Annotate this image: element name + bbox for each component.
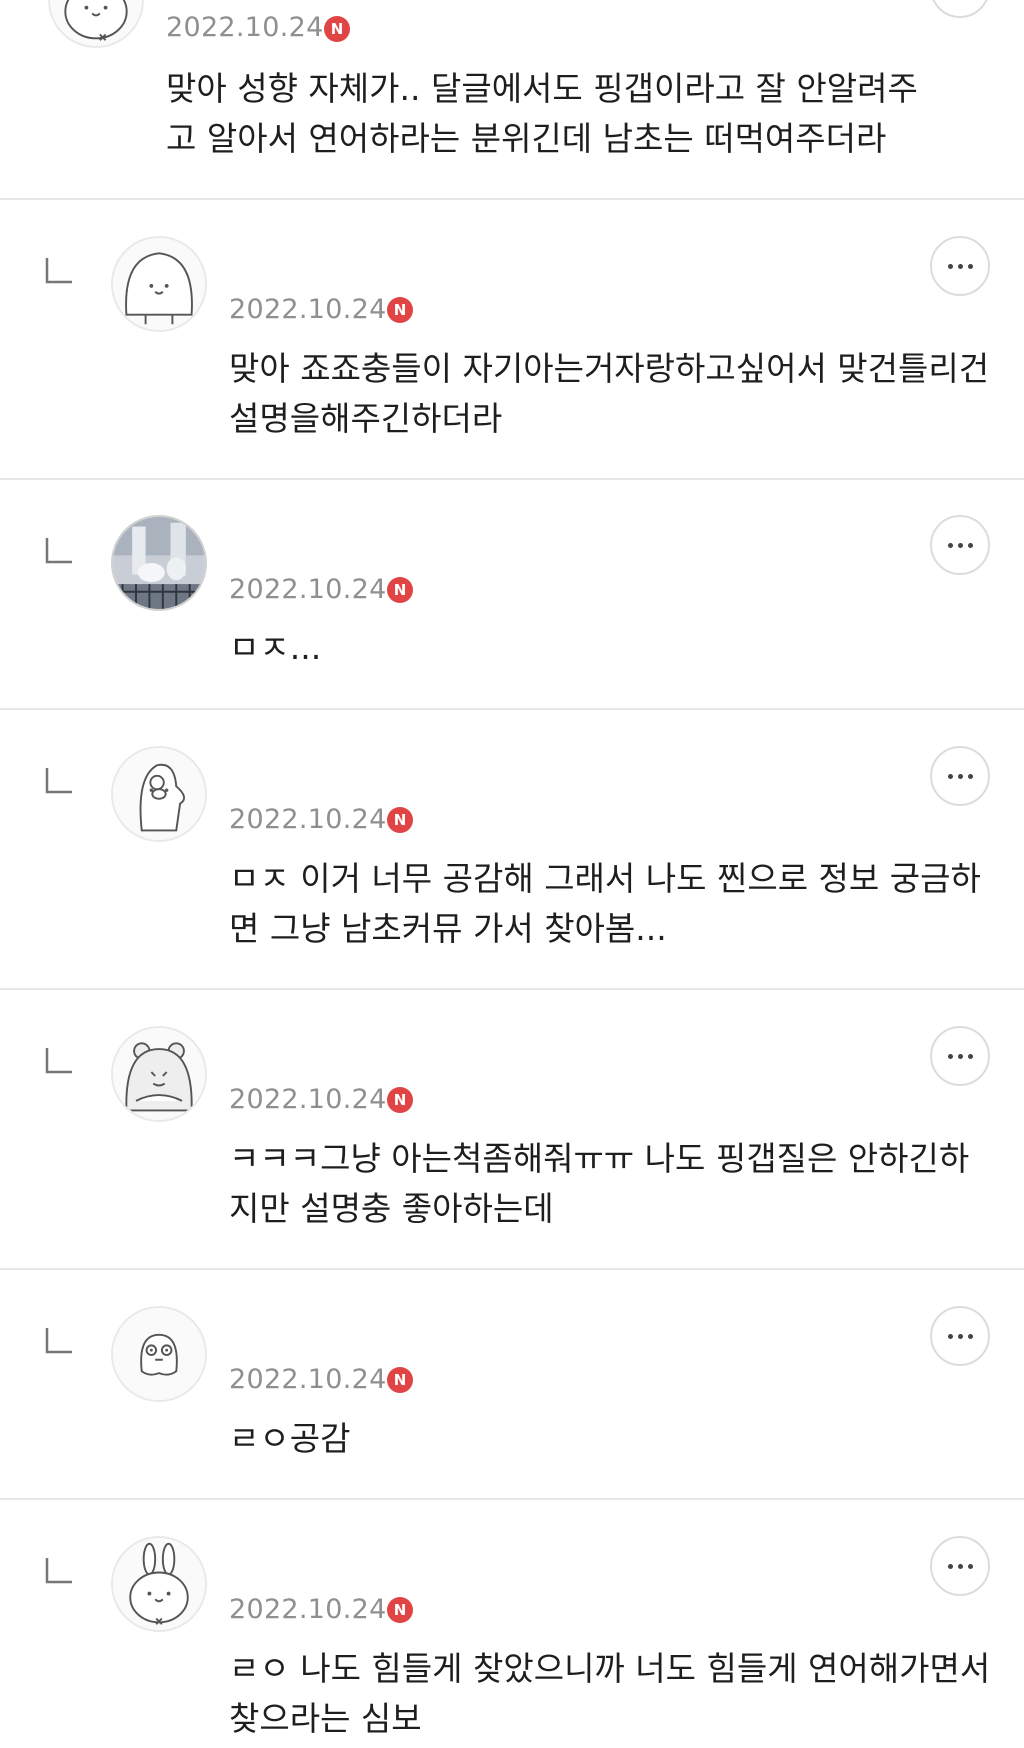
comment-text: ㄹㅇ공감 — [229, 1419, 351, 1458]
rabbit-character-icon[interactable] — [111, 1536, 207, 1632]
reply-arrow-icon — [45, 768, 72, 794]
new-badge: N — [324, 16, 350, 42]
comment-date: 2022.10.24 — [229, 294, 387, 325]
comment-item: 2022.10.24 N 맞아 죠죠충들이 자기아는거자랑하고싶어서 맞건틀리건… — [0, 200, 1024, 478]
comment-date: 2022.10.24 — [229, 574, 387, 605]
comment-item: 2022.10.24 N ㄹㅇ 나도 힘들게 찾았으니까 너도 힘들게 연어해가… — [0, 1500, 1024, 1748]
new-badge: N — [387, 1367, 413, 1393]
comment-item: 2022.10.24 N ㅋㅋㅋ그냥 아는척좀해줘ㅠㅠ 나도 핑갭질은 안하긴하… — [0, 990, 1024, 1268]
comment-date: 2022.10.24 — [229, 804, 387, 835]
comment-text: ㅋㅋㅋ그냥 아는척좀해줘ㅠㅠ 나도 핑갭질은 안하긴하지만 설명충 좋아하는데 — [229, 1139, 970, 1228]
comment-date: 2022.10.24 — [166, 12, 324, 43]
comment-item: 2022.10.24 N ㄹㅇ공감 — [0, 1270, 1024, 1498]
new-badge: N — [387, 577, 413, 603]
more-options-button[interactable] — [930, 515, 990, 575]
penguin-character-icon[interactable] — [111, 746, 207, 842]
more-options-button[interactable] — [930, 1306, 990, 1366]
blob-character-icon[interactable] — [111, 236, 207, 332]
more-options-button[interactable] — [930, 236, 990, 296]
more-options-button[interactable] — [930, 1536, 990, 1596]
comment-text: ㅁㅈ... — [229, 628, 322, 667]
more-options-button[interactable] — [930, 1026, 990, 1086]
more-options-button[interactable] — [930, 0, 990, 18]
reply-arrow-icon — [45, 258, 72, 284]
comment-text: 맞아 성향 자체가.. 달글에서도 핑갭이라고 잘 안알려주고 알아서 연어하라… — [166, 69, 918, 158]
photo-avatar-icon[interactable] — [111, 515, 207, 611]
hamster-character-icon[interactable] — [111, 1026, 207, 1122]
new-badge: N — [387, 1087, 413, 1113]
comment-text: ㅁㅈ 이거 너무 공감해 그래서 나도 찐으로 정보 궁금하면 그냥 남초커뮤 … — [229, 859, 981, 948]
new-badge: N — [387, 1597, 413, 1623]
bunny-character-icon[interactable] — [48, 0, 144, 48]
reply-arrow-icon — [45, 1558, 72, 1584]
ghost-character-icon[interactable] — [111, 1306, 207, 1402]
comment-text: ㄹㅇ 나도 힘들게 찾았으니까 너도 힘들게 연어해가면서 찾으라는 심보 — [229, 1649, 991, 1738]
comment-date: 2022.10.24 — [229, 1364, 387, 1395]
new-badge: N — [387, 807, 413, 833]
reply-arrow-icon — [45, 538, 72, 564]
comment-date: 2022.10.24 — [229, 1594, 387, 1625]
comment-date: 2022.10.24 — [229, 1084, 387, 1115]
more-options-button[interactable] — [930, 746, 990, 806]
comment-text: 맞아 죠죠충들이 자기아는거자랑하고싶어서 맞건틀리건 설명을해주긴하더라 — [229, 349, 990, 438]
comment-item: 2022.10.24 N 맞아 성향 자체가.. 달글에서도 핑갭이라고 잘 안… — [0, 0, 1024, 198]
comment-item: 2022.10.24 N ㅁㅈ... — [0, 480, 1024, 708]
reply-arrow-icon — [45, 1328, 72, 1354]
new-badge: N — [387, 297, 413, 323]
reply-arrow-icon — [45, 1048, 72, 1074]
comment-item: 2022.10.24 N ㅁㅈ 이거 너무 공감해 그래서 나도 찐으로 정보 … — [0, 710, 1024, 988]
